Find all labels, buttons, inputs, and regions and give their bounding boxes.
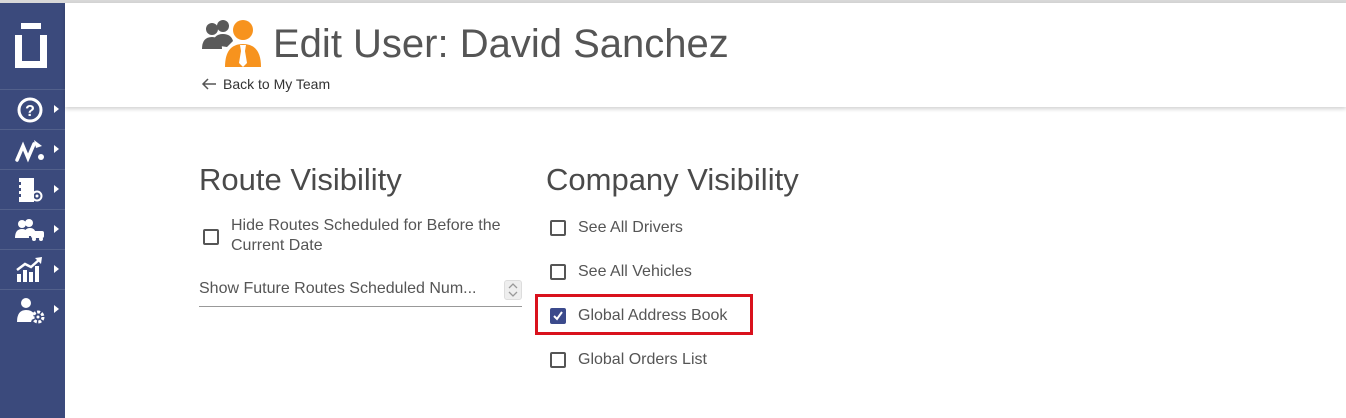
- back-to-team-link[interactable]: Back to My Team: [201, 76, 330, 92]
- see-all-vehicles-checkbox[interactable]: [550, 264, 566, 280]
- chevron-right-icon: [54, 305, 59, 313]
- arrow-left-icon: [201, 78, 216, 90]
- hide-routes-label-line1: Hide Routes Scheduled for Before the: [231, 217, 501, 234]
- company-visibility-heading: Company Visibility: [546, 162, 799, 197]
- address-book-icon: [17, 178, 43, 202]
- chevron-right-icon: [54, 225, 59, 233]
- sidebar-item-routes[interactable]: [0, 129, 65, 169]
- page-header: Edit User: David Sanchez Back to My Team: [65, 3, 1346, 107]
- global-orders-list-label: Global Orders List: [578, 351, 707, 368]
- sidebar-item-address-book[interactable]: [0, 169, 65, 209]
- routes-icon: [15, 140, 44, 163]
- future-routes-select[interactable]: Show Future Routes Scheduled Num...: [199, 276, 522, 307]
- global-orders-list-checkbox[interactable]: [550, 352, 566, 368]
- sidebar-item-analytics[interactable]: [0, 249, 65, 289]
- app-logo[interactable]: [13, 21, 49, 71]
- chevron-right-icon: [54, 265, 59, 273]
- sidebar-item-user-settings[interactable]: [0, 289, 65, 329]
- chevron-right-icon: [54, 145, 59, 153]
- team-vehicle-icon: [15, 219, 44, 241]
- sidebar-item-help[interactable]: ?: [0, 89, 65, 129]
- future-routes-select-value: Show Future Routes Scheduled Num...: [199, 280, 477, 297]
- see-all-vehicles-label: See All Vehicles: [578, 263, 692, 280]
- svg-text:?: ?: [25, 103, 35, 120]
- spinner-arrows-icon[interactable]: [504, 280, 522, 300]
- see-all-drivers-checkbox[interactable]: [550, 220, 566, 236]
- highlight-box: [535, 294, 753, 335]
- team-users-icon: [202, 20, 261, 67]
- analytics-icon: [16, 257, 42, 282]
- sidebar: ?: [0, 3, 65, 418]
- page-title: Edit User: David Sanchez: [273, 22, 729, 66]
- user-settings-icon: [17, 298, 45, 324]
- chevron-right-icon: [54, 185, 59, 193]
- chevron-right-icon: [54, 105, 59, 113]
- help-icon: ?: [17, 97, 43, 123]
- see-all-drivers-label: See All Drivers: [578, 219, 683, 236]
- route-visibility-heading: Route Visibility: [199, 162, 402, 197]
- hide-routes-checkbox[interactable]: [203, 229, 219, 245]
- sidebar-item-team[interactable]: [0, 209, 65, 249]
- hide-routes-label-line2: Current Date: [231, 237, 323, 254]
- back-link-label: Back to My Team: [223, 76, 331, 92]
